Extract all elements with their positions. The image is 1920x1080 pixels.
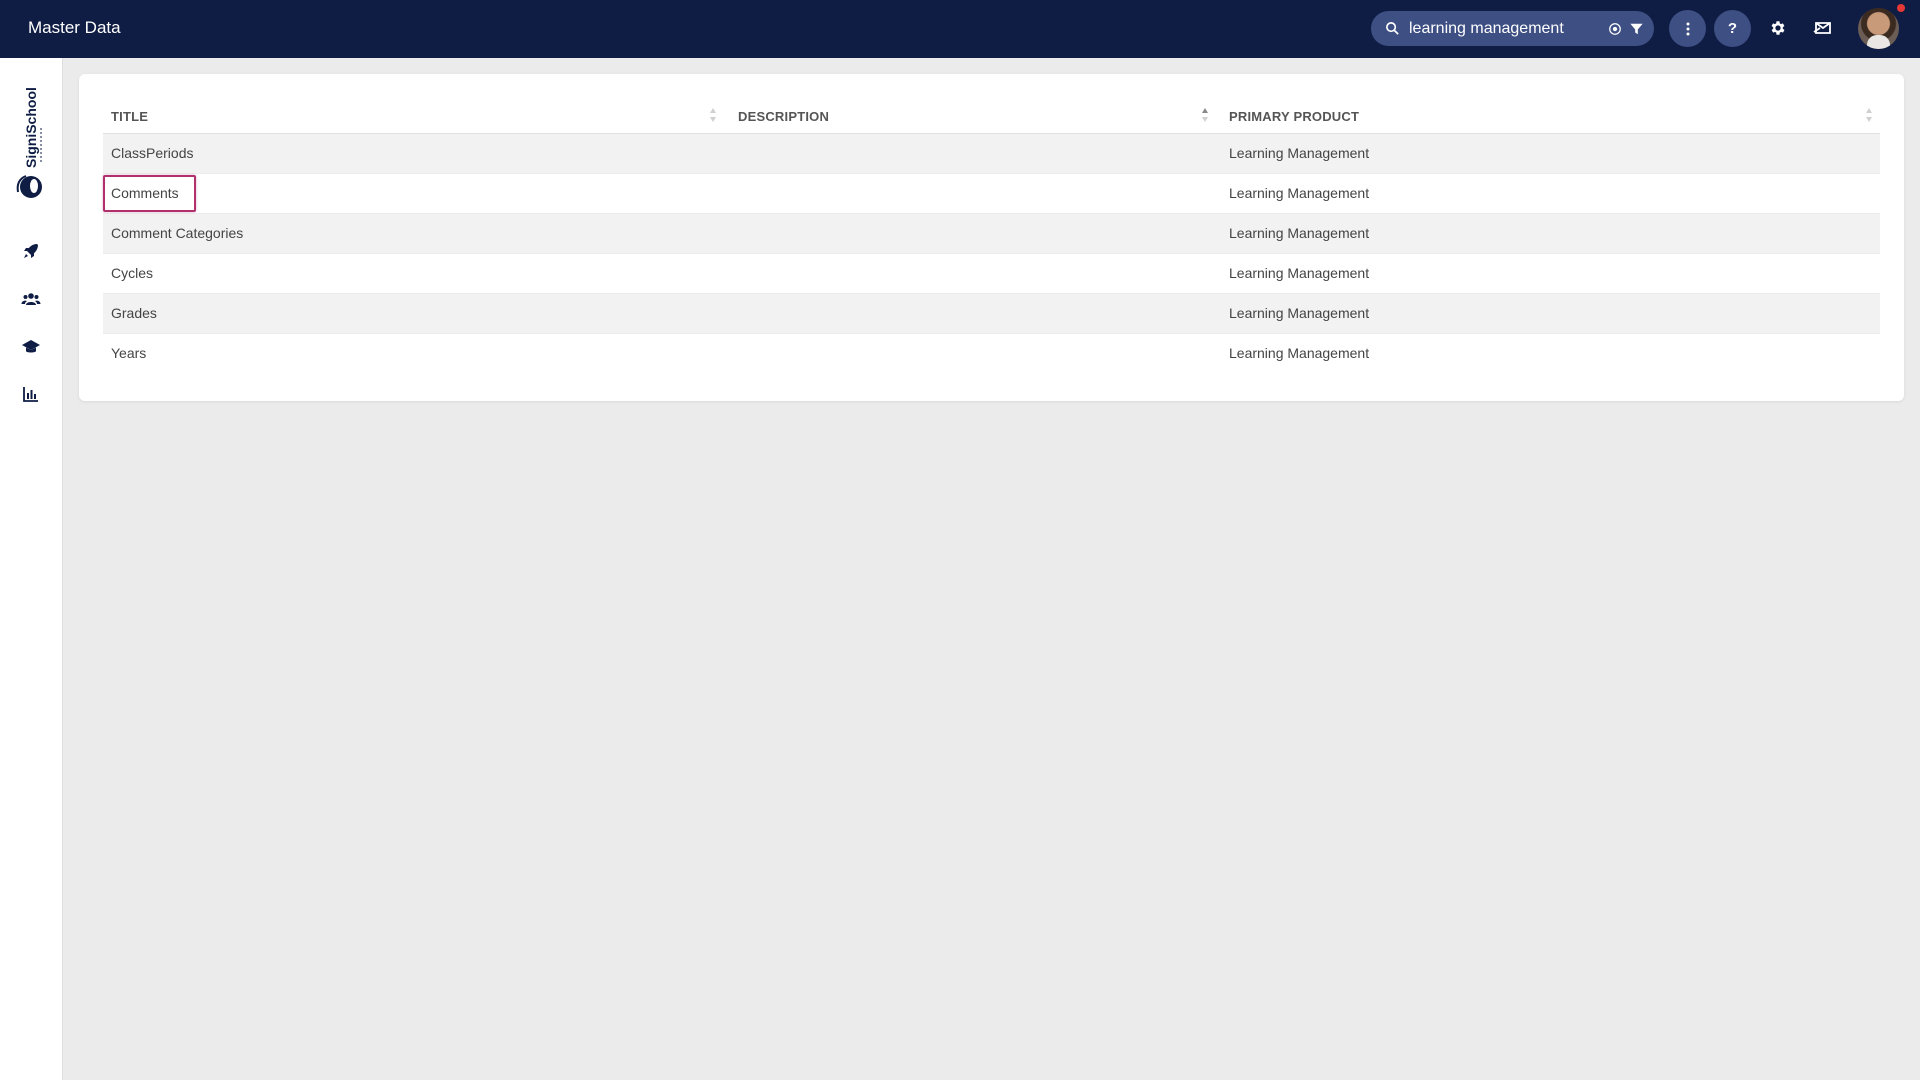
more-options-button[interactable]: [1669, 10, 1706, 47]
sort-ascending-icon[interactable]: [1201, 107, 1209, 123]
sidebar: SigniSchool: [0, 58, 63, 1080]
help-icon: ?: [1727, 20, 1738, 37]
cell-title: Years: [111, 345, 147, 361]
cell-primary-product: Learning Management: [1229, 345, 1370, 361]
cell-title: Grades: [111, 305, 157, 321]
gear-icon: [1771, 21, 1785, 35]
mail-icon: [1813, 22, 1831, 34]
cell-primary-product: Learning Management: [1229, 225, 1370, 241]
rocket-icon[interactable]: [21, 241, 41, 261]
signischool-logo[interactable]: SigniSchool: [14, 88, 50, 200]
messages-button[interactable]: [1809, 14, 1837, 42]
sort-icon[interactable]: [709, 107, 717, 123]
column-header-primary-product[interactable]: PRIMARY PRODUCT: [1229, 109, 1359, 124]
help-button[interactable]: ?: [1714, 10, 1751, 47]
cell-title: ClassPeriods: [111, 145, 194, 161]
search-box[interactable]: [1371, 11, 1654, 46]
settings-button[interactable]: [1764, 14, 1792, 42]
sort-icon[interactable]: [1865, 107, 1873, 123]
cell-primary-product: Learning Management: [1229, 145, 1370, 161]
table-row[interactable]: Cycles Learning Management: [103, 254, 1880, 294]
table-row[interactable]: ClassPeriods Learning Management: [103, 134, 1880, 174]
table-header: TITLE DESCRIPTION PRIMARY PRODUCT: [103, 98, 1880, 134]
table-row[interactable]: Comments Learning Management: [103, 174, 1880, 214]
notification-dot: [1897, 4, 1905, 12]
logo-text: SigniSchool: [23, 88, 39, 168]
avatar[interactable]: [1858, 8, 1899, 49]
people-icon[interactable]: [21, 289, 41, 309]
column-header-title[interactable]: TITLE: [111, 109, 148, 124]
cell-primary-product: Learning Management: [1229, 305, 1370, 321]
column-header-description[interactable]: DESCRIPTION: [738, 109, 829, 124]
top-bar: Master Data ?: [0, 0, 1920, 58]
table-row[interactable]: Comment Categories Learning Management: [103, 214, 1880, 254]
master-data-table: TITLE DESCRIPTION PRIMARY PRODUCT ClassP…: [103, 98, 1880, 374]
filter-icon[interactable]: [1629, 22, 1644, 36]
table-row[interactable]: Grades Learning Management: [103, 294, 1880, 334]
more-vert-icon: [1686, 22, 1689, 35]
cell-primary-product: Learning Management: [1229, 185, 1370, 201]
graduation-cap-icon[interactable]: [21, 337, 41, 357]
cell-title: Comments: [111, 185, 179, 201]
clear-icon[interactable]: [1608, 22, 1622, 36]
master-data-card: TITLE DESCRIPTION PRIMARY PRODUCT ClassP…: [79, 74, 1904, 401]
search-icon: [1386, 22, 1399, 35]
page-title: Master Data: [28, 18, 121, 37]
cell-primary-product: Learning Management: [1229, 265, 1370, 281]
cell-title: Cycles: [111, 265, 154, 281]
table-row[interactable]: Years Learning Management: [103, 334, 1880, 374]
bar-chart-icon[interactable]: [21, 384, 41, 404]
cell-title: Comment Categories: [111, 225, 244, 241]
search-input[interactable]: [1409, 17, 1599, 40]
